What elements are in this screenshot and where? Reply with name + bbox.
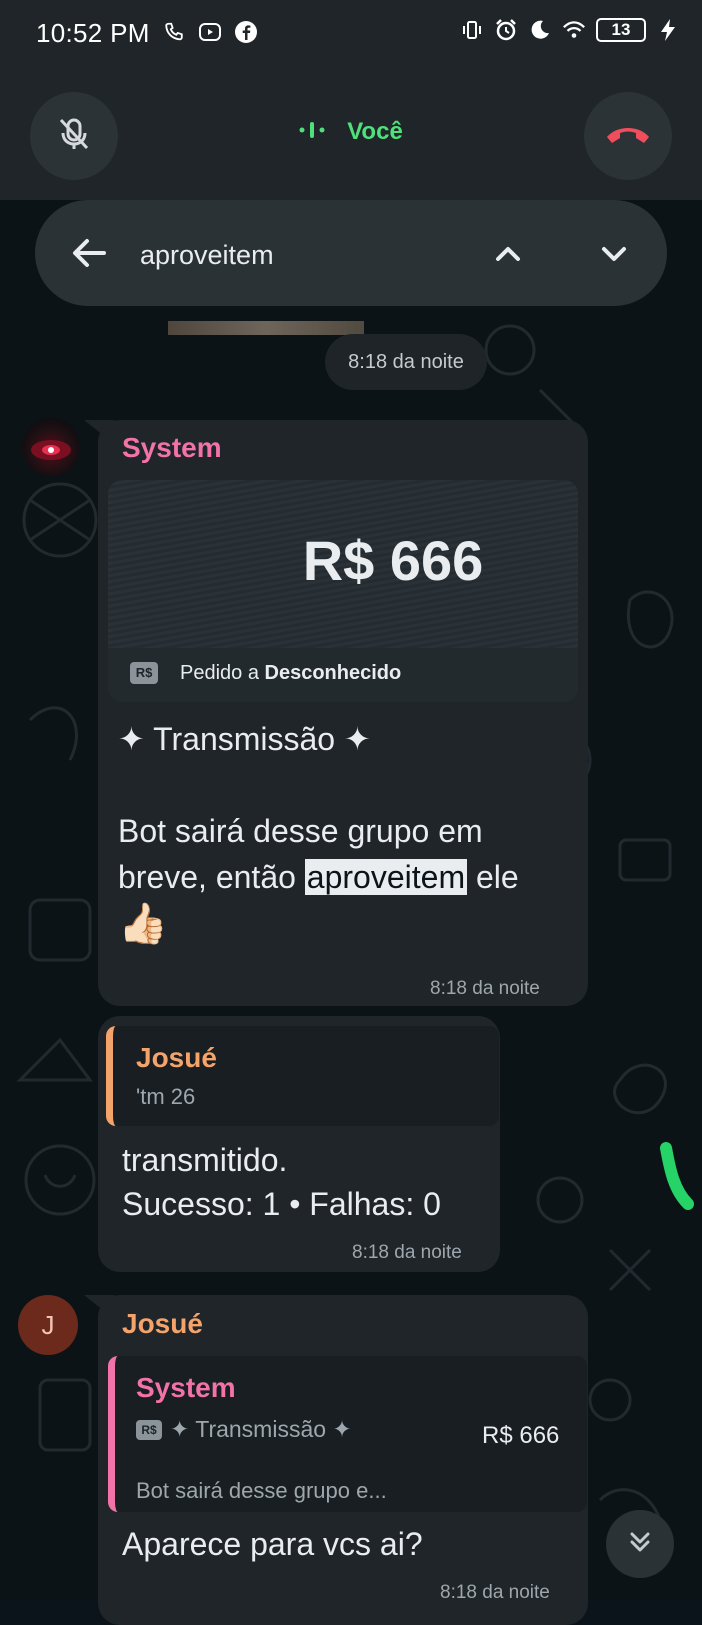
sender-name: Josué xyxy=(122,1308,203,1339)
alarm-icon xyxy=(494,18,518,42)
battery-icon: 13 xyxy=(596,18,646,42)
search-bar xyxy=(35,200,667,306)
status-icons-left xyxy=(162,20,258,44)
moon-icon xyxy=(528,18,552,42)
message-time: 8:18 da noite xyxy=(430,978,540,999)
facebook-icon xyxy=(234,20,258,44)
double-chevron-down-icon xyxy=(624,1526,656,1563)
vibrate-icon xyxy=(460,18,484,42)
quoted-message[interactable] xyxy=(106,1026,499,1126)
end-call-icon xyxy=(603,121,653,152)
payment-amount: R$ 666 xyxy=(302,529,484,592)
message-title: ✦ Transmissão ✦ xyxy=(118,721,371,757)
back-arrow-icon[interactable] xyxy=(68,232,110,274)
thumbs-up-emoji: 👍🏻 xyxy=(118,902,168,946)
message-text: Aparece para vcs ai? xyxy=(122,1526,423,1562)
youtube-icon xyxy=(198,20,222,44)
message-time: 8:18 da noite xyxy=(352,1242,462,1263)
payment-description: Pedido a Desconhecido xyxy=(180,662,402,684)
message-time: 8:18 da noite xyxy=(440,1582,550,1603)
end-call-button[interactable] xyxy=(584,92,672,180)
currency-badge-icon: R$ xyxy=(130,662,158,684)
quoted-text: 'tm 26 xyxy=(136,1084,196,1109)
sender-name: System xyxy=(122,432,222,463)
scroll-to-bottom-button[interactable] xyxy=(606,1510,674,1578)
avatar[interactable]: J xyxy=(18,1295,78,1355)
phone-icon xyxy=(162,20,186,44)
time-chip: 8:18 da noite xyxy=(325,334,487,390)
message-text: transmitido. Sucesso: 1 • Falhas: 0 xyxy=(122,1142,441,1222)
charging-icon xyxy=(656,18,680,42)
status-time: 10:52 PM xyxy=(36,18,150,48)
quoted-sender: Josué xyxy=(136,1042,217,1073)
quoted-preview: Bot sairá desse grupo e... xyxy=(136,1478,387,1503)
message-text: Bot sairá desse grupo em breve, então ap… xyxy=(118,813,519,895)
audio-wave-icon xyxy=(299,119,325,147)
image-preview-strip[interactable] xyxy=(168,321,364,335)
avatar[interactable] xyxy=(22,418,80,476)
wifi-icon xyxy=(562,18,586,42)
call-participant-label: Você xyxy=(347,118,403,145)
search-input[interactable]: aproveitem xyxy=(140,240,274,271)
status-icons-right: 13 xyxy=(460,18,680,42)
quoted-sender: System xyxy=(136,1372,236,1403)
chevron-down-icon[interactable] xyxy=(596,236,632,272)
quoted-title: R$ ✦ Transmissão ✦ xyxy=(136,1416,352,1443)
search-highlight: aproveitem xyxy=(304,859,468,895)
currency-badge-icon: R$ xyxy=(136,1419,162,1440)
quoted-amount: R$ 666 xyxy=(482,1422,560,1449)
green-swipe-mark xyxy=(660,1142,694,1210)
chevron-up-icon[interactable] xyxy=(490,236,526,272)
